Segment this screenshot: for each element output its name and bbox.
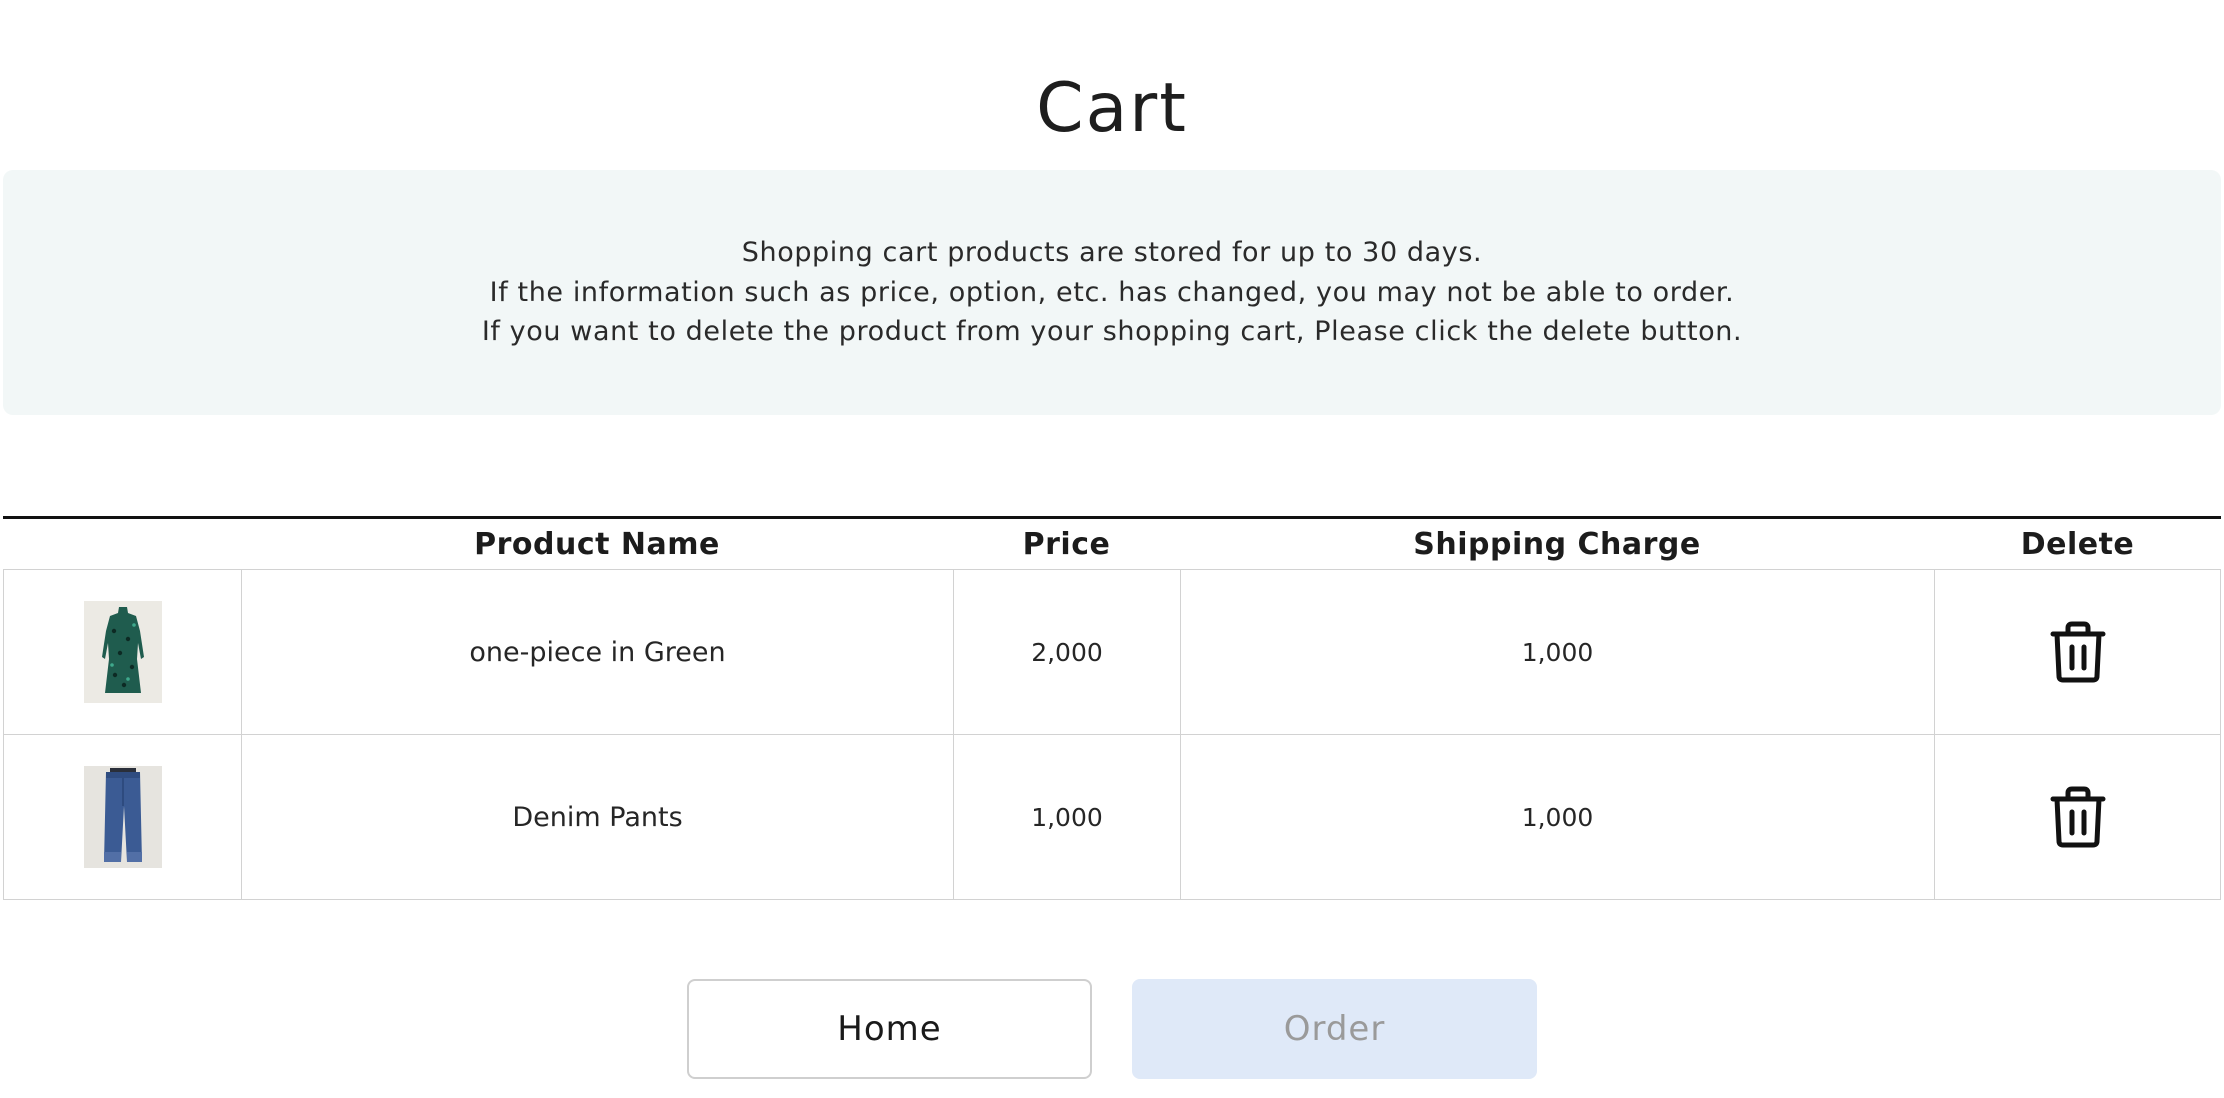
cart-notice: Shopping cart products are stored for up…: [3, 170, 2221, 415]
table-row: Denim Pants 1,000 1,000: [3, 735, 2221, 900]
home-button[interactable]: Home: [687, 979, 1092, 1079]
product-name: Denim Pants: [241, 735, 953, 899]
delete-cell: [1934, 735, 2221, 899]
header-image: [3, 519, 241, 569]
notice-line: Shopping cart products are stored for up…: [741, 237, 1483, 269]
product-price: 2,000: [953, 570, 1180, 734]
product-image-cell: [3, 735, 241, 899]
shipping-charge: 1,000: [1180, 735, 1934, 899]
header-shipping-charge: Shipping Charge: [1413, 526, 1701, 562]
header-product-name: Product Name: [474, 526, 720, 562]
product-image-cell: [3, 570, 241, 734]
cart-table: Product Name Price Shipping Charge Delet…: [3, 516, 2221, 900]
table-header-row: Product Name Price Shipping Charge Delet…: [3, 516, 2221, 570]
header-delete: Delete: [2020, 526, 2135, 562]
trash-icon[interactable]: [2049, 620, 2107, 684]
header-price: Price: [1022, 526, 1111, 562]
notice-line: If the information such as price, option…: [489, 276, 1735, 308]
page-title: Cart: [1036, 68, 1188, 148]
delete-cell: [1934, 570, 2221, 734]
denim-pants-thumbnail[interactable]: [83, 766, 162, 868]
notice-line: If you want to delete the product from y…: [481, 316, 1743, 348]
shipping-charge: 1,000: [1180, 570, 1934, 734]
green-dress-thumbnail[interactable]: [83, 601, 162, 703]
product-name: one-piece in Green: [241, 570, 953, 734]
table-row: one-piece in Green 2,000 1,000: [3, 570, 2221, 735]
cart-page: Cart Shopping cart products are stored f…: [0, 0, 2224, 1098]
trash-icon[interactable]: [2049, 785, 2107, 849]
product-price: 1,000: [953, 735, 1180, 899]
order-button[interactable]: Order: [1132, 979, 1537, 1079]
